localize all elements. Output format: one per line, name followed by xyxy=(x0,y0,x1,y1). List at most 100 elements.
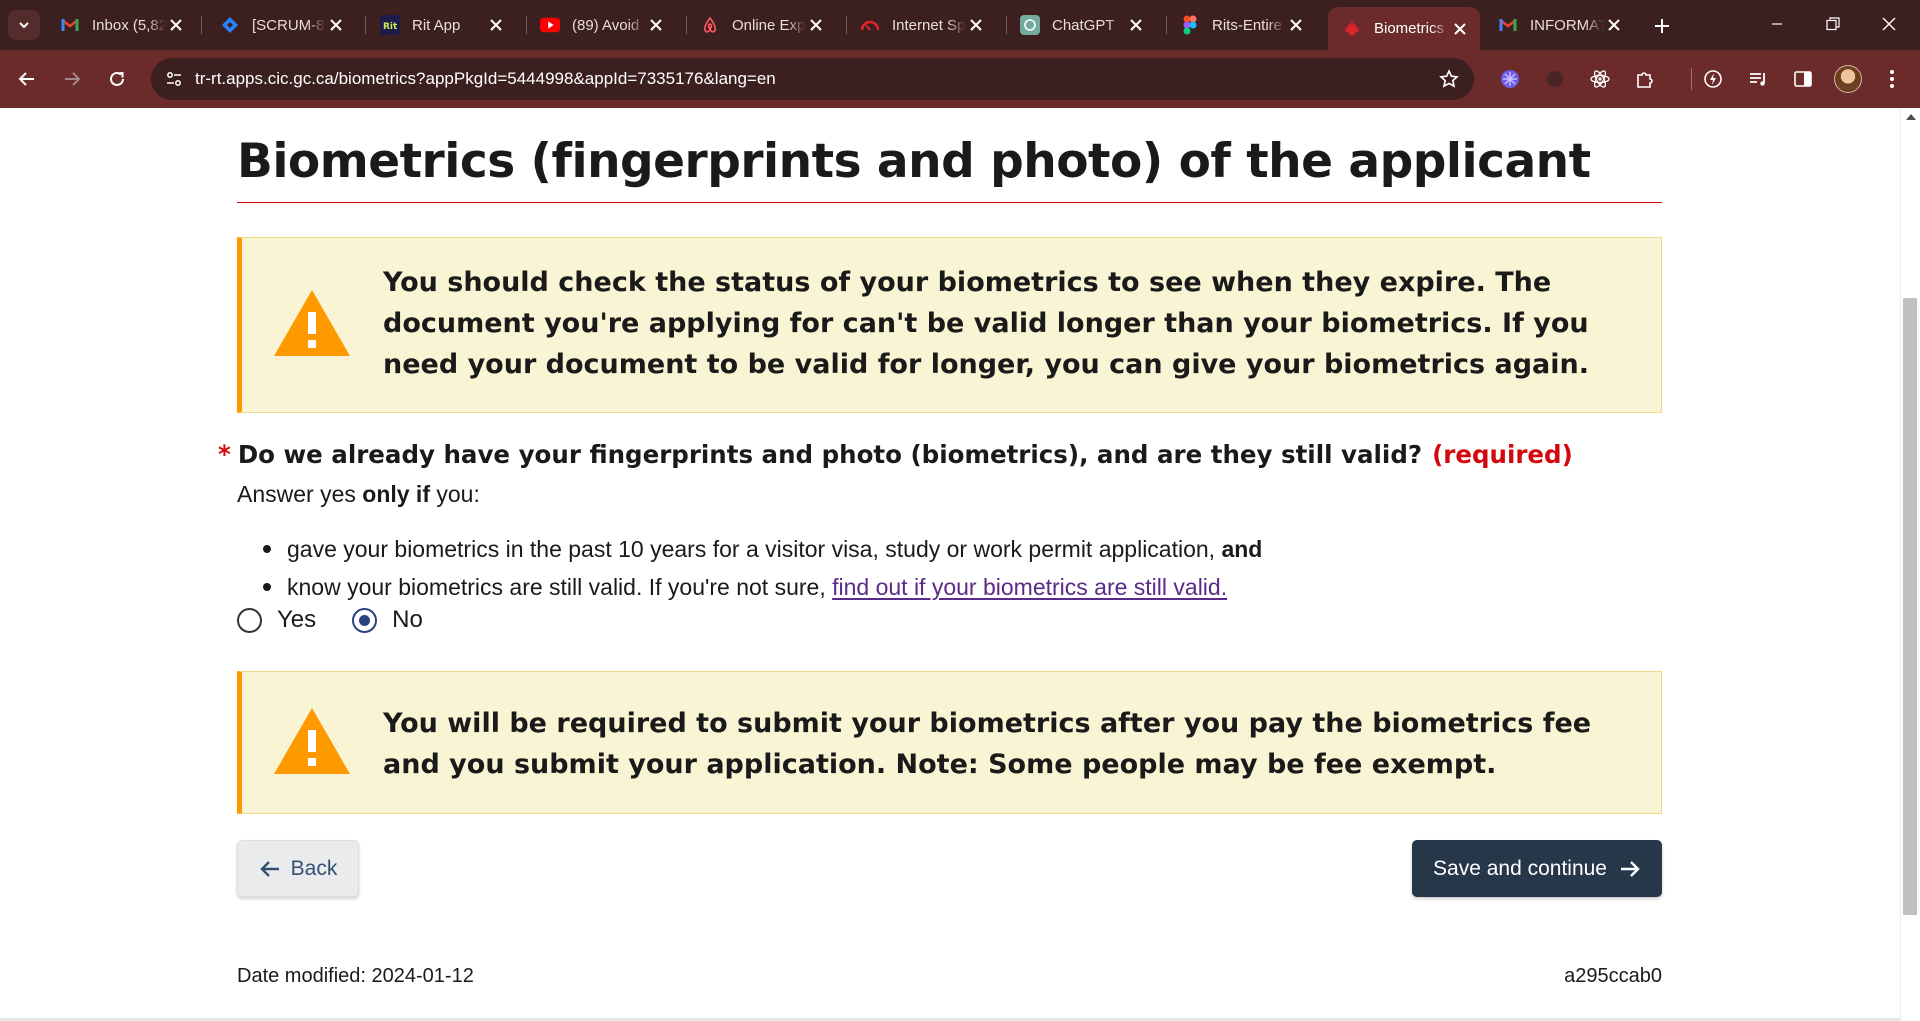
restore-button[interactable] xyxy=(1810,8,1856,40)
restore-icon xyxy=(1826,17,1840,31)
tab-biometrics[interactable]: Biometrics xyxy=(1328,7,1480,50)
arrow-left-icon xyxy=(259,859,281,879)
tab-chatgpt[interactable]: ChatGPT xyxy=(1006,7,1156,43)
performance-icon[interactable] xyxy=(1697,63,1729,95)
close-icon[interactable] xyxy=(1286,15,1306,35)
hint-text: Answer yes xyxy=(237,481,363,507)
close-icon[interactable] xyxy=(326,15,346,35)
scroll-up-icon[interactable] xyxy=(1906,114,1916,120)
airbnb-icon xyxy=(700,15,720,35)
browser-menu-icon[interactable] xyxy=(1876,63,1908,95)
site-info-icon[interactable] xyxy=(159,64,189,94)
page-scrollbar[interactable] xyxy=(1900,108,1920,1021)
save-button-label: Save and continue xyxy=(1433,856,1607,880)
extension-react-icon[interactable] xyxy=(1584,63,1616,95)
extension-snowflake-icon[interactable] xyxy=(1494,63,1526,95)
arrow-right-icon xyxy=(65,72,81,86)
close-icon[interactable] xyxy=(166,15,186,35)
question-label: Do we already have your fingerprints and… xyxy=(237,440,1423,469)
hint-emphasis: only if xyxy=(362,481,430,507)
save-and-continue-button[interactable]: Save and continue xyxy=(1412,840,1662,897)
close-icon[interactable] xyxy=(1450,19,1470,39)
close-icon xyxy=(1882,17,1896,31)
close-icon[interactable] xyxy=(806,15,826,35)
radio-no[interactable]: No xyxy=(352,606,423,634)
radio-circle[interactable] xyxy=(237,607,262,633)
close-icon[interactable] xyxy=(646,15,666,35)
tab-informat[interactable]: INFORMAT xyxy=(1484,7,1634,43)
figma-icon xyxy=(1180,15,1200,35)
browser-toolbar: tr-rt.apps.cic.gc.ca/biometrics?appPkgId… xyxy=(0,50,1920,108)
alert-text: You should check the status of your biom… xyxy=(383,267,1589,380)
biometrics-expiry-warning: You should check the status of your biom… xyxy=(237,237,1662,413)
tab-title: Biometrics xyxy=(1374,20,1445,37)
title-divider xyxy=(237,202,1662,203)
required-tag: (required) xyxy=(1432,440,1573,469)
page-title: Biometrics (fingerprints and photo) of t… xyxy=(237,134,1591,189)
close-window-button[interactable] xyxy=(1866,8,1912,40)
address-url[interactable]: tr-rt.apps.cic.gc.ca/biometrics?appPkgId… xyxy=(195,69,1434,89)
radio-label[interactable]: No xyxy=(392,606,423,634)
tab-figma[interactable]: Rits-Entire xyxy=(1166,7,1316,43)
list-item-emphasis: and xyxy=(1221,536,1263,562)
rit-app-icon: Rit xyxy=(380,15,400,35)
tab-internet-speed[interactable]: Internet Sp xyxy=(846,7,996,43)
warning-icon xyxy=(274,708,350,774)
profile-avatar[interactable] xyxy=(1834,65,1862,93)
scrollbar-thumb[interactable] xyxy=(1903,298,1917,915)
tab-title: Online Exp xyxy=(732,16,806,34)
arrow-left-icon xyxy=(18,72,34,86)
tab-search-button[interactable] xyxy=(8,10,40,40)
biometrics-fee-warning: You will be required to submit your biom… xyxy=(237,671,1662,814)
hint-text: you: xyxy=(430,481,480,507)
condition-list: gave your biometrics in the past 10 year… xyxy=(262,530,1263,606)
list-item: gave your biometrics in the past 10 year… xyxy=(262,530,1263,568)
tab-inbox[interactable]: Inbox (5,82 xyxy=(46,7,196,43)
new-tab-button[interactable] xyxy=(1648,12,1676,40)
side-panel-icon[interactable] xyxy=(1787,63,1819,95)
tab-rit-app[interactable]: Rit Rit App xyxy=(366,7,516,43)
list-item: know your biometrics are still valid. If… xyxy=(262,568,1262,606)
tab-title: ChatGPT xyxy=(1052,16,1115,34)
back-button[interactable]: Back xyxy=(237,840,359,897)
alert-text: You will be required to submit your biom… xyxy=(383,708,1592,780)
tab-youtube[interactable]: (89) Avoid xyxy=(526,7,676,43)
radio-label[interactable]: Yes xyxy=(277,606,316,634)
chatgpt-icon xyxy=(1020,15,1040,35)
close-icon[interactable] xyxy=(1126,15,1146,35)
tab-title: [SCRUM-8 xyxy=(252,16,325,34)
question-hint: Answer yes only if you: xyxy=(237,481,480,508)
speedtest-icon xyxy=(860,15,880,35)
radio-circle-selected[interactable] xyxy=(352,607,378,633)
svg-text:Rit: Rit xyxy=(383,22,398,32)
back-nav-button[interactable] xyxy=(10,62,44,96)
tab-online-exp[interactable]: Online Exp xyxy=(686,7,836,43)
close-icon[interactable] xyxy=(966,15,986,35)
extension-dark-icon[interactable] xyxy=(1539,63,1571,95)
required-star: * xyxy=(218,440,231,469)
biometrics-question: * Do we already have your fingerprints an… xyxy=(218,440,1573,469)
address-bar[interactable]: tr-rt.apps.cic.gc.ca/biometrics?appPkgId… xyxy=(151,58,1474,100)
media-controls-icon[interactable] xyxy=(1742,63,1774,95)
biometrics-radio-group: Yes No xyxy=(237,606,459,634)
close-icon[interactable] xyxy=(1604,15,1624,35)
warning-icon xyxy=(274,290,350,356)
forward-nav-button[interactable] xyxy=(55,62,89,96)
gmail-icon xyxy=(1498,15,1518,35)
list-item-text: know your biometrics are still valid. If… xyxy=(287,574,833,600)
tab-title: Rit App xyxy=(412,16,461,34)
tab-strip: Inbox (5,82 [SCRUM-8 Rit Rit App (89) Av… xyxy=(0,0,1920,50)
close-icon[interactable] xyxy=(486,15,506,35)
reload-icon xyxy=(110,71,124,86)
tab-title: (89) Avoid xyxy=(572,16,640,34)
radio-yes[interactable]: Yes xyxy=(237,606,316,634)
tab-title: Rits-Entire xyxy=(1212,16,1283,34)
minimize-button[interactable] xyxy=(1754,8,1800,40)
biometrics-validity-link[interactable]: find out if your biometrics are still va… xyxy=(832,574,1227,600)
reload-button[interactable] xyxy=(100,62,134,96)
extensions-puzzle-icon[interactable] xyxy=(1629,63,1661,95)
bookmark-star-icon[interactable] xyxy=(1434,64,1464,94)
list-item-text: gave your biometrics in the past 10 year… xyxy=(287,536,1222,562)
build-id: a295ccab0 xyxy=(1564,965,1662,987)
tab-scrum[interactable]: [SCRUM-8 xyxy=(206,7,356,43)
